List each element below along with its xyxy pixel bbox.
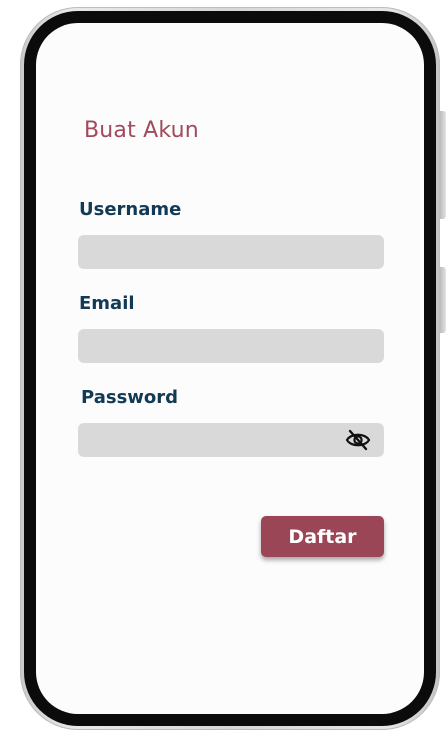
page-title: Buat Akun: [84, 118, 199, 143]
username-input[interactable]: [78, 235, 384, 269]
password-input[interactable]: [78, 423, 384, 457]
email-label: Email: [79, 293, 135, 314]
side-button-volume: [440, 111, 446, 219]
phone-frame: [20, 7, 446, 730]
eye-slash-icon[interactable]: [344, 428, 372, 452]
side-button-power: [440, 267, 446, 333]
daftar-button[interactable]: Daftar: [261, 516, 384, 557]
email-input[interactable]: [78, 329, 384, 363]
password-label: Password: [81, 387, 179, 408]
username-label: Username: [79, 199, 182, 220]
